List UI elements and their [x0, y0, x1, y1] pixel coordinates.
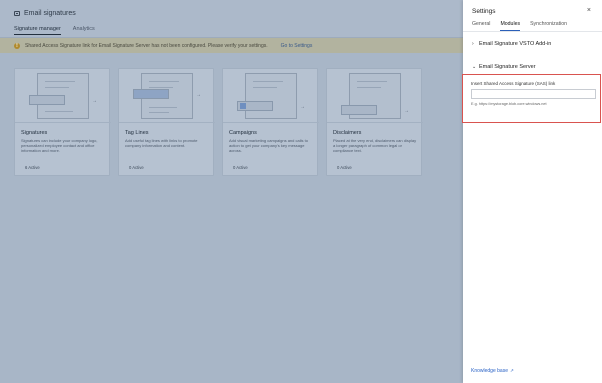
app-header: Email signatures Signature manager Analy… — [0, 0, 463, 38]
main-tabs: Signature manager Analytics — [14, 26, 95, 35]
card-description: Placed at the very end, disclaimers can … — [333, 138, 417, 153]
settings-title: Settings — [472, 8, 496, 15]
tab-general[interactable]: General — [472, 21, 490, 31]
divider — [463, 31, 602, 32]
card-campaigns[interactable]: → Campaigns Add visual marketing campaig… — [222, 68, 319, 176]
arrow-right-icon: → — [300, 104, 305, 110]
email-signature-icon — [14, 11, 20, 16]
settings-panel: Settings × General Modules Synchronizati… — [463, 0, 602, 383]
card-title: Tag Lines — [125, 130, 149, 136]
warning-icon: ! — [14, 42, 20, 49]
card-description: Add useful tag lines with links to promo… — [125, 138, 198, 148]
disclaimers-illustration: → — [327, 69, 423, 123]
arrow-right-icon: → — [92, 98, 97, 104]
sas-link-hint: E.g. https://mystorage.blob.core.windows… — [471, 102, 547, 106]
sas-link-label: Insert Shared Access Signature (SAS) lin… — [471, 81, 556, 86]
card-title: Signatures — [21, 130, 48, 136]
section-server-title: Email Signature Server — [479, 64, 536, 70]
card-title: Disclaimers — [333, 130, 362, 136]
knowledge-base-label: Knowledge base — [471, 368, 508, 374]
chevron-right-icon: › — [472, 41, 474, 47]
section-vsto-addin[interactable]: › Email Signature VSTO Add-in — [472, 41, 551, 47]
tag-lines-illustration: → — [119, 69, 215, 123]
card-status: 0 Active — [129, 165, 144, 170]
card-status: 6 Active — [25, 165, 40, 170]
card-status: 0 Active — [233, 165, 248, 170]
card-description: Add visual marketing campaigns and calls… — [229, 138, 308, 153]
card-disclaimers[interactable]: → Disclaimers Placed at the very end, di… — [326, 68, 423, 176]
campaigns-illustration: → — [223, 69, 319, 123]
module-cards: → Signatures Signatures can include your… — [14, 68, 423, 176]
tab-signature-manager[interactable]: Signature manager — [14, 26, 61, 35]
app-title: Email signatures — [14, 10, 76, 17]
go-to-settings-link[interactable]: Go to Settings — [281, 43, 313, 49]
tab-analytics[interactable]: Analytics — [73, 26, 95, 35]
card-description: Signatures can include your company logo… — [21, 138, 98, 153]
main-app: Email signatures Signature manager Analy… — [0, 0, 463, 383]
tab-synchronization[interactable]: Synchronization — [530, 21, 567, 31]
close-icon[interactable]: × — [587, 7, 591, 14]
warning-text: Shared Access Signature link for Email S… — [25, 42, 268, 49]
settings-tabs: General Modules Synchronization — [472, 21, 567, 31]
campaign-image-icon — [240, 103, 246, 109]
arrow-right-icon: → — [404, 108, 409, 114]
chevron-down-icon: ⌄ — [472, 64, 477, 70]
knowledge-base-link[interactable]: Knowledge base ↗ — [471, 368, 514, 374]
app-title-text: Email signatures — [24, 10, 76, 17]
card-tag-lines[interactable]: → Tag Lines Add useful tag lines with li… — [118, 68, 215, 176]
card-status: 0 Active — [337, 165, 352, 170]
section-vsto-title: Email Signature VSTO Add-in — [479, 41, 552, 47]
sas-link-input[interactable] — [471, 89, 596, 99]
tab-modules[interactable]: Modules — [500, 21, 521, 31]
signatures-illustration: → — [15, 69, 111, 123]
external-link-icon: ↗ — [509, 368, 514, 373]
section-email-signature-server[interactable]: ⌄ Email Signature Server — [472, 64, 536, 70]
card-signatures[interactable]: → Signatures Signatures can include your… — [14, 68, 111, 176]
warning-bar: ! Shared Access Signature link for Email… — [0, 38, 463, 53]
card-title: Campaigns — [229, 130, 257, 136]
arrow-right-icon: → — [196, 92, 201, 98]
